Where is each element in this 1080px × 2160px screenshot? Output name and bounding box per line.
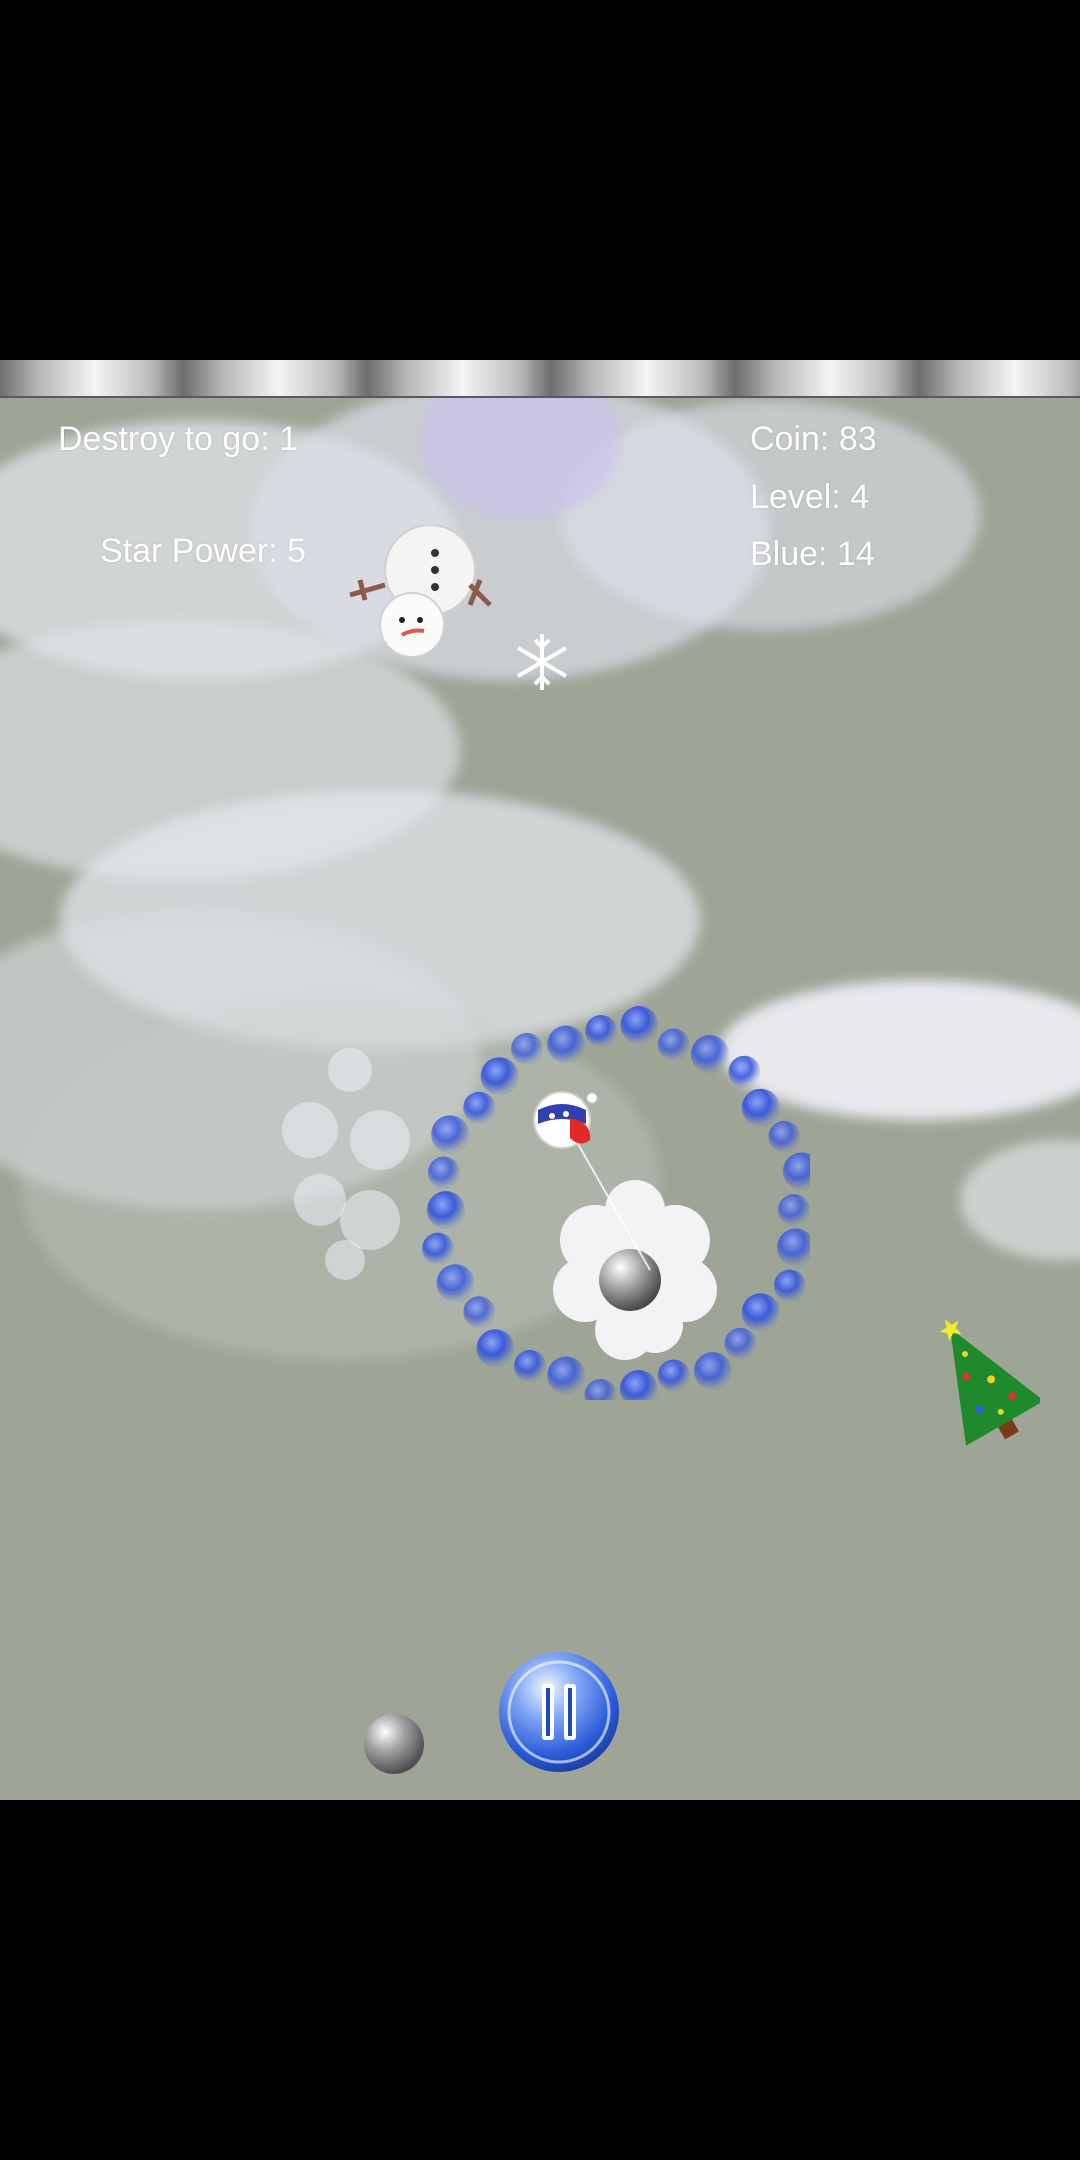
- blue-bubble: [724, 1327, 757, 1360]
- level-label: Level: 4: [750, 478, 870, 516]
- blue-bubble: [480, 1057, 519, 1096]
- blue-bubble: [436, 1264, 475, 1303]
- blue-bubble: [431, 1115, 470, 1154]
- blue-bubble: [741, 1293, 780, 1332]
- blue-bubble: [778, 1194, 810, 1226]
- blue-bubble: [782, 1152, 810, 1191]
- coin-label: Coin: 83: [750, 420, 877, 458]
- blue-bubble: [768, 1120, 801, 1153]
- blue-bubble: [585, 1014, 618, 1047]
- destroy-to-go-label: Destroy to go: 1: [58, 420, 299, 458]
- blue-bubble: [657, 1028, 690, 1061]
- game-area[interactable]: Destroy to go: 1 Star Power: 5 Coin: 83 …: [0, 360, 1080, 1800]
- blue-bubble: [728, 1055, 761, 1088]
- santa-ball-icon: [533, 1091, 598, 1149]
- christmas-tree-icon: [939, 1319, 1040, 1446]
- blue-bubble: [476, 1329, 515, 1368]
- phone-screen: Destroy to go: 1 Star Power: 5 Coin: 83 …: [0, 0, 1080, 2160]
- blue-bubble: [773, 1269, 806, 1302]
- silver-ball-icon[interactable]: [362, 1712, 426, 1776]
- cloud: [960, 1140, 1080, 1260]
- blue-bubble: [584, 1378, 617, 1400]
- blue-bubble: [422, 1232, 455, 1265]
- blue-bubble: [691, 1035, 729, 1074]
- blue-bubble: [619, 1370, 658, 1400]
- blue-bubble: [427, 1191, 465, 1229]
- blue-bubble: [547, 1025, 586, 1064]
- snowman-icon: [349, 525, 492, 658]
- blue-bubble: [427, 1156, 460, 1189]
- blue-bubble: [741, 1088, 780, 1127]
- pause-button[interactable]: [497, 1650, 621, 1774]
- blue-bubble: [514, 1349, 546, 1382]
- blue-bubble: [463, 1296, 496, 1329]
- blue-count-label: Blue: 14: [750, 535, 875, 573]
- snowflake-icon: [516, 634, 568, 690]
- blue-bubble: [463, 1091, 496, 1124]
- star-power-label: Star Power: 5: [100, 532, 306, 570]
- blue-bubble: [777, 1228, 810, 1267]
- blue-bubble: [511, 1032, 543, 1065]
- blue-bubble: [620, 1006, 659, 1045]
- metal-border-bar: [0, 360, 1080, 398]
